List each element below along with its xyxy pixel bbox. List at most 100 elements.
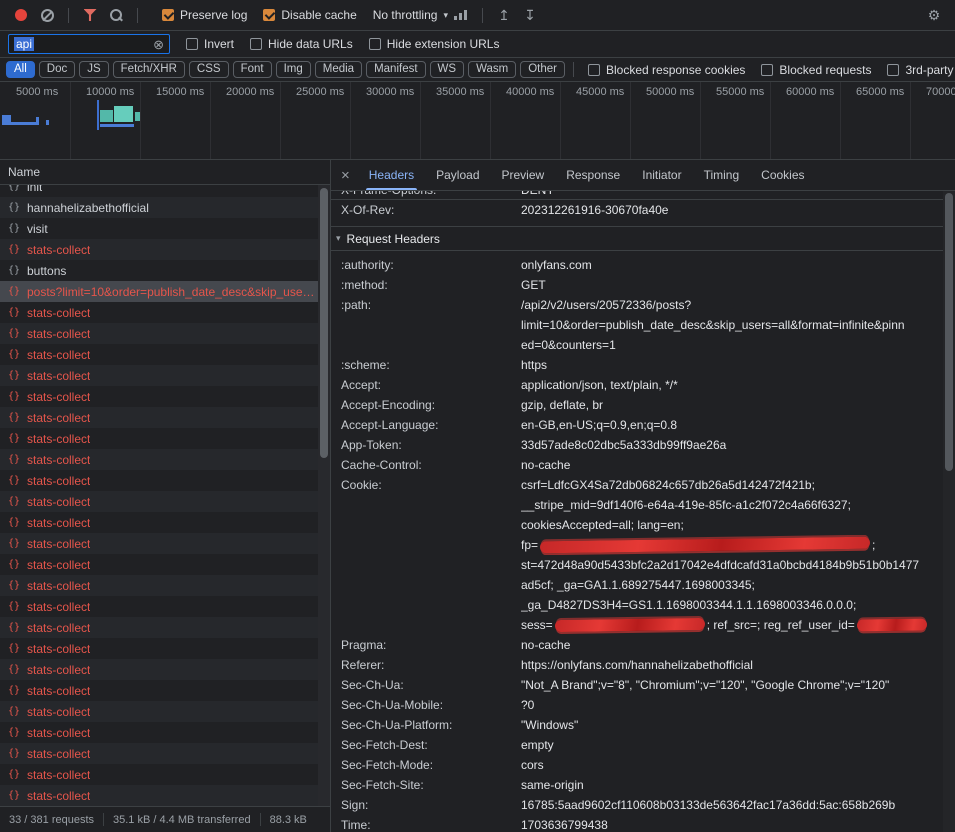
script-file-icon: {} (6, 622, 22, 633)
request-row[interactable]: {}stats-collect (0, 533, 318, 554)
import-har-button[interactable]: ↥ (491, 3, 517, 27)
filter-pill-fetch-xhr[interactable]: Fetch/XHR (113, 61, 185, 78)
request-row[interactable]: {}stats-collect (0, 470, 318, 491)
timeline-activity-bar (46, 120, 49, 125)
name-column-header[interactable]: Name (0, 160, 330, 185)
request-row[interactable]: {}stats-collect (0, 617, 318, 638)
header-value: "Not_A Brand";v="8", "Chromium";v="120",… (521, 675, 943, 695)
request-row[interactable]: {}stats-collect (0, 512, 318, 533)
filter-pill-css[interactable]: CSS (189, 61, 229, 78)
export-har-button[interactable]: ↧ (517, 3, 543, 27)
filter-pill-font[interactable]: Font (233, 61, 272, 78)
timeline-overview[interactable]: 5000 ms10000 ms15000 ms20000 ms25000 ms3… (0, 82, 955, 160)
details-tabs: HeadersPayloadPreviewResponseInitiatorTi… (358, 160, 816, 190)
tab-headers[interactable]: Headers (358, 160, 425, 190)
request-name: stats-collect (27, 558, 90, 572)
filter-input[interactable]: api ⊗ (8, 34, 170, 54)
filter-pill-ws[interactable]: WS (430, 61, 465, 78)
throttling-dropdown[interactable]: No throttling ▾ (373, 8, 448, 22)
tab-preview[interactable]: Preview (491, 160, 556, 190)
script-file-icon: {} (6, 202, 22, 213)
header-value: ?0 (521, 695, 943, 715)
redaction-scribble (555, 618, 705, 632)
blocked-response-cookies-checkbox[interactable]: Blocked response cookies (588, 63, 745, 77)
filter-pill-all[interactable]: All (6, 61, 35, 78)
header-value-text: fp= (521, 538, 538, 552)
close-icon[interactable]: × (341, 168, 350, 183)
request-row[interactable]: {}posts?limit=10&order=publish_date_desc… (0, 281, 318, 302)
filter-pill-manifest[interactable]: Manifest (366, 61, 425, 78)
tab-timing[interactable]: Timing (693, 160, 751, 190)
settings-button[interactable]: ⚙ (921, 3, 947, 27)
header-row: X-Of-Rev:202312261916-30670fa40e (331, 200, 943, 220)
filter-pill-media[interactable]: Media (315, 61, 362, 78)
request-row[interactable]: {}stats-collect (0, 722, 318, 743)
header-value: https://onlyfans.com/hannahelizabethoffi… (521, 655, 943, 675)
request-row[interactable]: {}stats-collect (0, 491, 318, 512)
filter-toggle-button[interactable] (77, 3, 103, 27)
blocked-requests-checkbox[interactable]: Blocked requests (761, 63, 871, 77)
tab-response[interactable]: Response (555, 160, 631, 190)
header-value-line: ed=0&counters=1 (521, 335, 935, 355)
request-row[interactable]: {}stats-collect (0, 323, 318, 344)
third-party-requests-checkbox[interactable]: 3rd-party requests (887, 63, 955, 77)
request-row[interactable]: {}init (0, 185, 318, 197)
clear-button[interactable] (34, 3, 60, 27)
header-row: Cache-Control:no-cache (331, 455, 943, 475)
filter-pill-wasm[interactable]: Wasm (468, 61, 516, 78)
request-row[interactable]: {}stats-collect (0, 428, 318, 449)
scrollbar-thumb[interactable] (320, 188, 328, 458)
request-row[interactable]: {}stats-collect (0, 575, 318, 596)
request-row[interactable]: {}stats-collect (0, 596, 318, 617)
request-row[interactable]: {}stats-collect (0, 386, 318, 407)
request-row[interactable]: {}stats-collect (0, 365, 318, 386)
network-conditions-button[interactable] (448, 3, 474, 27)
script-file-icon: {} (6, 185, 22, 192)
script-file-icon: {} (6, 244, 22, 255)
request-row[interactable]: {}stats-collect (0, 239, 318, 260)
scrollbar-thumb[interactable] (945, 193, 953, 471)
request-headers-section[interactable]: ▾ Request Headers (331, 226, 943, 251)
request-name: stats-collect (27, 306, 90, 320)
tab-payload[interactable]: Payload (425, 160, 490, 190)
throttling-value: No throttling (373, 8, 438, 22)
invert-checkbox[interactable]: Invert (186, 37, 234, 51)
request-row[interactable]: {}stats-collect (0, 302, 318, 323)
disable-cache-checkbox[interactable]: Disable cache (263, 8, 356, 22)
filter-pill-doc[interactable]: Doc (39, 61, 75, 78)
request-row[interactable]: {}buttons (0, 260, 318, 281)
request-row[interactable]: {}visit (0, 218, 318, 239)
request-list-scrollbar[interactable] (318, 185, 330, 806)
header-row: :method:GET (331, 275, 943, 295)
record-button[interactable] (8, 3, 34, 27)
request-row[interactable]: {}stats-collect (0, 449, 318, 470)
request-row[interactable]: {}stats-collect (0, 785, 318, 806)
request-row[interactable]: {}hannahelizabethofficial (0, 197, 318, 218)
tab-cookies[interactable]: Cookies (750, 160, 815, 190)
hide-data-urls-checkbox[interactable]: Hide data URLs (250, 37, 353, 51)
request-row[interactable]: {}stats-collect (0, 638, 318, 659)
tab-initiator[interactable]: Initiator (631, 160, 692, 190)
header-value: onlyfans.com (521, 255, 943, 275)
header-value: https (521, 355, 943, 375)
header-value: GET (521, 275, 943, 295)
search-button[interactable] (103, 3, 129, 27)
clear-input-icon[interactable]: ⊗ (153, 38, 164, 51)
filter-pill-other[interactable]: Other (520, 61, 565, 78)
request-row[interactable]: {}stats-collect (0, 764, 318, 785)
request-row[interactable]: {}stats-collect (0, 554, 318, 575)
details-scrollbar[interactable] (943, 191, 955, 832)
filter-pill-img[interactable]: Img (276, 61, 311, 78)
request-row[interactable]: {}stats-collect (0, 743, 318, 764)
filter-pill-js[interactable]: JS (79, 61, 108, 78)
preserve-log-checkbox[interactable]: Preserve log (162, 8, 247, 22)
header-row: Cookie:csrf=LdfcGX4Sa72db06824c657db26a5… (331, 475, 943, 635)
request-row[interactable]: {}stats-collect (0, 701, 318, 722)
request-row[interactable]: {}stats-collect (0, 344, 318, 365)
disclosure-triangle-icon: ▾ (336, 233, 341, 244)
hide-extension-urls-checkbox[interactable]: Hide extension URLs (369, 37, 500, 51)
clear-icon (41, 9, 54, 22)
request-row[interactable]: {}stats-collect (0, 407, 318, 428)
request-row[interactable]: {}stats-collect (0, 680, 318, 701)
request-row[interactable]: {}stats-collect (0, 659, 318, 680)
